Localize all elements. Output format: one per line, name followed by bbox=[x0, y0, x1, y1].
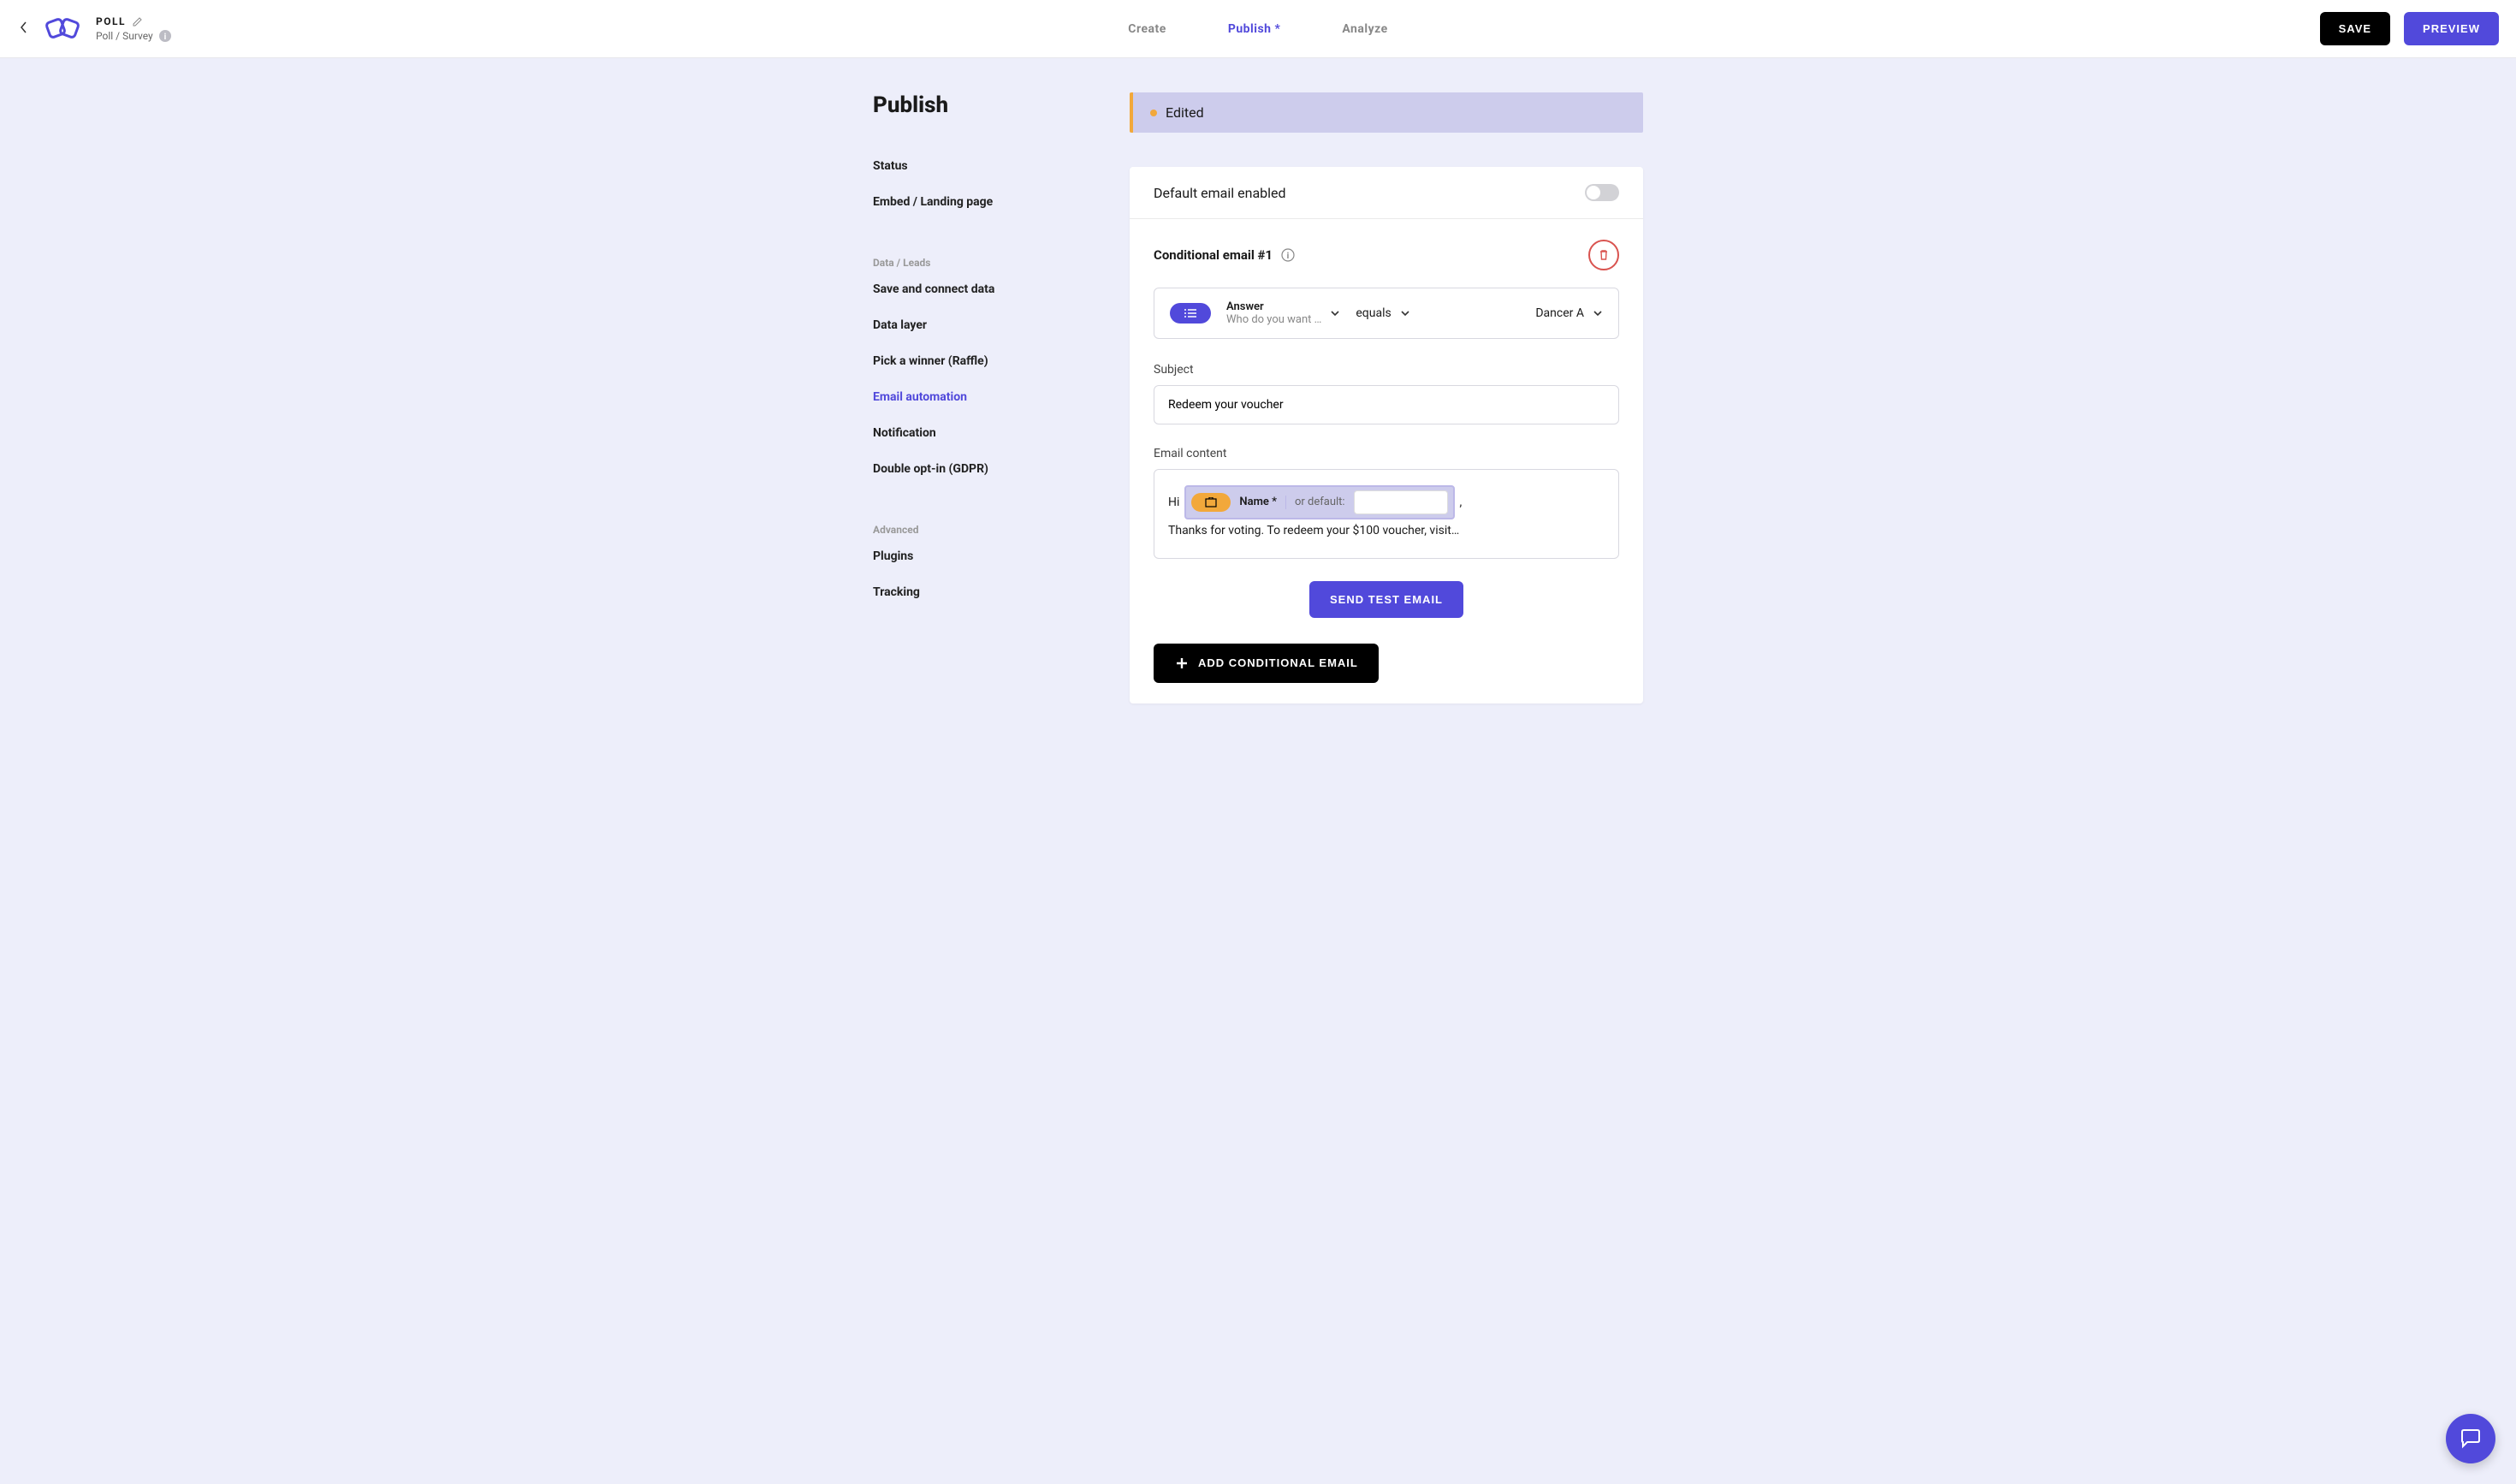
status-banner: Edited bbox=[1130, 92, 1643, 133]
merge-tag-icon bbox=[1191, 493, 1231, 512]
email-content-group: Email content Hi Name * or default: bbox=[1154, 447, 1619, 559]
condition-question-text: Who do you want … bbox=[1226, 313, 1321, 326]
save-button[interactable]: SAVE bbox=[2320, 12, 2390, 45]
email-content-editor[interactable]: Hi Name * or default: , bbox=[1154, 469, 1619, 559]
edit-icon[interactable] bbox=[133, 16, 143, 27]
sidebar-item-status[interactable]: Status bbox=[873, 159, 1113, 173]
info-icon[interactable]: i bbox=[1281, 248, 1295, 262]
send-test-row: SEND TEST EMAIL bbox=[1154, 581, 1619, 618]
delete-conditional-button[interactable] bbox=[1588, 240, 1619, 270]
topbar: POLL Poll / Survey i Create Publish * An… bbox=[0, 0, 2516, 58]
page: Publish Status Embed / Landing page Data… bbox=[0, 58, 2516, 755]
condition-question-dropdown[interactable]: Answer Who do you want … bbox=[1226, 300, 1340, 326]
chevron-down-icon bbox=[1593, 308, 1603, 318]
merge-tag-label: Name * bbox=[1239, 496, 1286, 509]
subject-label: Subject bbox=[1154, 363, 1619, 377]
add-conditional-email-button[interactable]: ADD CONDITIONAL EMAIL bbox=[1154, 644, 1379, 683]
preview-button[interactable]: PREVIEW bbox=[2404, 12, 2499, 45]
chevron-left-icon bbox=[21, 21, 27, 33]
sidebar: Publish Status Embed / Landing page Data… bbox=[873, 92, 1130, 703]
condition-value-dropdown[interactable]: Dancer A bbox=[1535, 306, 1603, 320]
logo-icon[interactable] bbox=[43, 14, 84, 45]
chevron-down-icon bbox=[1400, 308, 1410, 318]
tab-publish[interactable]: Publish * bbox=[1228, 22, 1281, 36]
condition-operator: equals bbox=[1356, 306, 1391, 320]
svg-text:i: i bbox=[163, 33, 166, 42]
trash-icon bbox=[1598, 249, 1610, 261]
status-dot-icon bbox=[1150, 110, 1157, 116]
conditional-title: Conditional email #1 bbox=[1154, 247, 1273, 263]
plus-icon bbox=[1174, 656, 1190, 671]
send-test-email-button[interactable]: SEND TEST EMAIL bbox=[1309, 581, 1463, 618]
subject-field-group: Subject bbox=[1154, 363, 1619, 424]
svg-text:i: i bbox=[1287, 252, 1290, 261]
info-icon[interactable]: i bbox=[158, 29, 172, 43]
topbar-tabs: Create Publish * Analyze bbox=[1128, 22, 1387, 36]
app-title: POLL bbox=[96, 15, 126, 27]
email-text-prefix: Hi bbox=[1168, 491, 1179, 514]
chat-widget-button[interactable] bbox=[2446, 1414, 2495, 1463]
sidebar-item-embed[interactable]: Embed / Landing page bbox=[873, 195, 1113, 209]
default-email-row: Default email enabled bbox=[1130, 167, 1643, 219]
status-text: Edited bbox=[1166, 104, 1204, 121]
page-title: Publish bbox=[873, 92, 1113, 118]
app-subtitle: Poll / Survey bbox=[96, 30, 153, 42]
tab-analyze[interactable]: Analyze bbox=[1342, 22, 1387, 36]
title-block: POLL Poll / Survey i bbox=[96, 15, 172, 43]
sidebar-item-email-automation[interactable]: Email automation bbox=[873, 390, 1113, 404]
sidebar-section-data: Data / Leads bbox=[873, 257, 1113, 269]
back-arrow[interactable] bbox=[17, 17, 31, 40]
email-body-line: Thanks for voting. To redeem your $100 v… bbox=[1168, 519, 1605, 543]
condition-answer-label: Answer bbox=[1226, 300, 1321, 313]
default-email-label: Default email enabled bbox=[1154, 185, 1286, 201]
sidebar-item-save-connect[interactable]: Save and connect data bbox=[873, 282, 1113, 296]
condition-bar: Answer Who do you want … equals Dancer A bbox=[1154, 288, 1619, 339]
main-content: Edited Default email enabled Conditional… bbox=[1130, 92, 1643, 703]
question-type-icon bbox=[1170, 303, 1211, 324]
condition-value: Dancer A bbox=[1535, 306, 1584, 320]
chevron-down-icon bbox=[1330, 308, 1340, 318]
chat-icon bbox=[2459, 1427, 2483, 1451]
email-content-label: Email content bbox=[1154, 447, 1619, 460]
default-email-toggle[interactable] bbox=[1585, 184, 1619, 201]
card: Default email enabled Conditional email … bbox=[1130, 167, 1643, 703]
subject-input[interactable] bbox=[1154, 385, 1619, 424]
sidebar-item-notification[interactable]: Notification bbox=[873, 426, 1113, 440]
topbar-actions: SAVE PREVIEW bbox=[2320, 12, 2499, 45]
sidebar-section-advanced: Advanced bbox=[873, 524, 1113, 536]
merge-default-label: or default: bbox=[1295, 492, 1345, 513]
condition-operator-dropdown[interactable]: equals bbox=[1356, 306, 1409, 320]
email-text-comma: , bbox=[1460, 491, 1463, 514]
sidebar-item-tracking[interactable]: Tracking bbox=[873, 585, 1113, 599]
sidebar-item-double-opt[interactable]: Double opt-in (GDPR) bbox=[873, 462, 1113, 476]
conditional-email-section: Conditional email #1 i A bbox=[1130, 219, 1643, 703]
merge-default-input[interactable] bbox=[1354, 490, 1448, 514]
sidebar-item-plugins[interactable]: Plugins bbox=[873, 549, 1113, 563]
add-conditional-row: ADD CONDITIONAL EMAIL bbox=[1154, 644, 1619, 683]
merge-tag-name[interactable]: Name * or default: bbox=[1184, 485, 1454, 519]
sidebar-item-data-layer[interactable]: Data layer bbox=[873, 318, 1113, 332]
add-conditional-label: ADD CONDITIONAL EMAIL bbox=[1198, 656, 1358, 669]
topbar-left: POLL Poll / Survey i bbox=[17, 14, 172, 45]
container: Publish Status Embed / Landing page Data… bbox=[873, 92, 1643, 703]
sidebar-item-raffle[interactable]: Pick a winner (Raffle) bbox=[873, 354, 1113, 368]
tab-create[interactable]: Create bbox=[1128, 22, 1166, 36]
